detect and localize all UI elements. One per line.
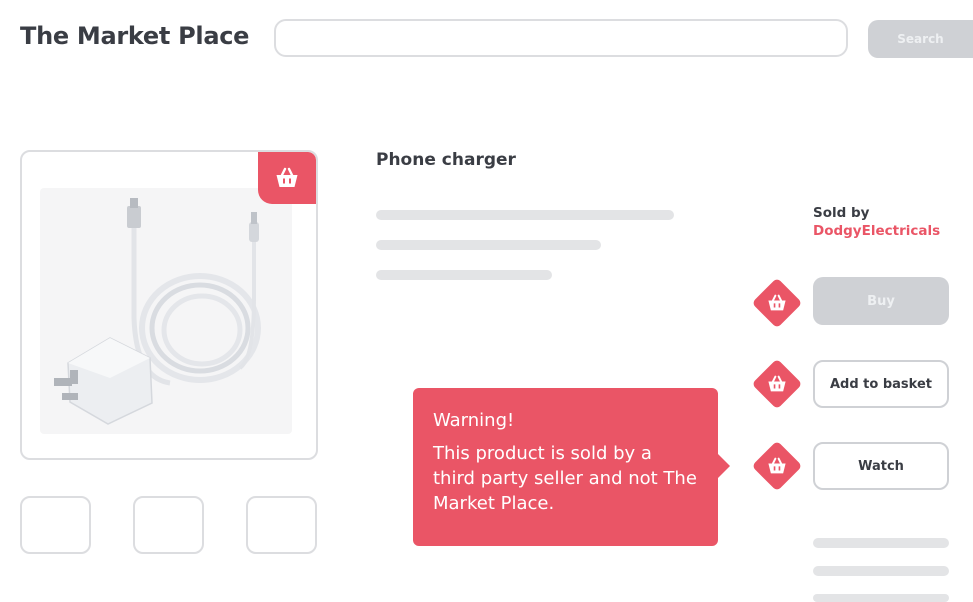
- description-placeholder-line-3: [376, 270, 552, 280]
- add-to-basket-button[interactable]: Add to basket: [813, 360, 949, 408]
- site-logo[interactable]: The Market Place: [20, 22, 249, 50]
- thumbnail-3[interactable]: [246, 496, 317, 554]
- product-image: [40, 188, 292, 434]
- thumbnail-2[interactable]: [133, 496, 204, 554]
- basket-icon: [768, 375, 786, 392]
- buy-basket-marker: [751, 277, 803, 329]
- sidebar-placeholder-line-2: [813, 566, 949, 576]
- watch-button[interactable]: Watch: [813, 442, 949, 490]
- basket-icon: [276, 167, 298, 187]
- buy-button[interactable]: Buy: [813, 277, 949, 325]
- product-image-card: [20, 150, 318, 460]
- sold-by-label: Sold by: [813, 205, 870, 221]
- basket-icon: [768, 294, 786, 311]
- seller-link[interactable]: DodgyElectricals: [813, 223, 940, 239]
- sidebar-placeholder-line-3: [813, 594, 949, 602]
- description-placeholder-line-2: [376, 240, 601, 250]
- tooltip-arrow: [718, 454, 730, 478]
- search-button[interactable]: Search: [868, 20, 973, 58]
- search-input[interactable]: [274, 19, 848, 57]
- basket-badge: [258, 152, 316, 204]
- product-title: Phone charger: [376, 150, 516, 170]
- warning-title: Warning!: [433, 410, 515, 431]
- add-to-basket-marker: [751, 358, 803, 410]
- phone-charger-image: [54, 198, 261, 425]
- warning-message: This product is sold by a third party se…: [433, 443, 697, 514]
- description-placeholder-line-1: [376, 210, 674, 220]
- sidebar-placeholder-line-1: [813, 538, 949, 548]
- warning-tooltip: Warning! This product is sold by a third…: [413, 388, 730, 546]
- watch-basket-marker: [751, 440, 803, 492]
- thumbnail-1[interactable]: [20, 496, 91, 554]
- basket-icon: [768, 457, 786, 474]
